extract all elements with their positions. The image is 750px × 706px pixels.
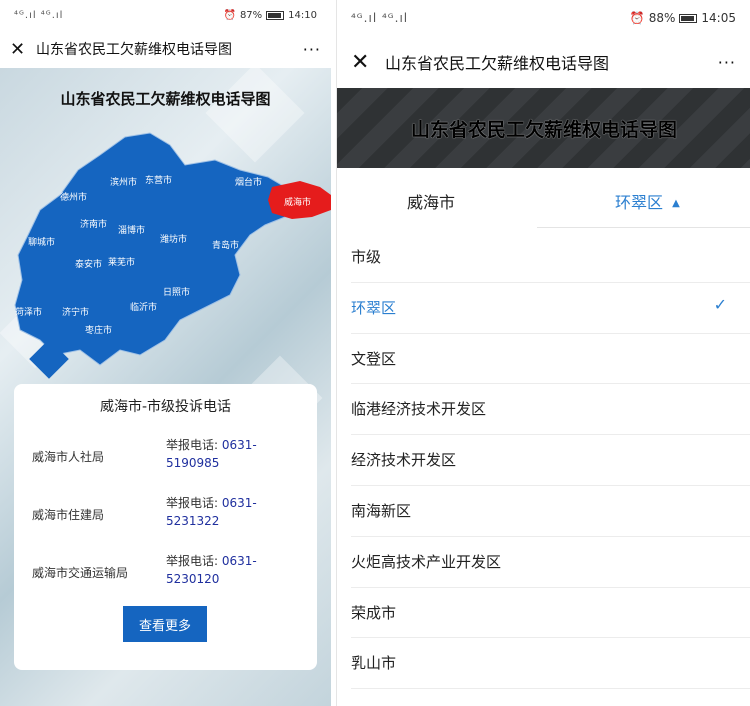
district-options-list: 市级 环翠区 ✓ 文登区 临港经济技术开发区 经济技术开发区 南海新区 火炬高技术…: [337, 232, 750, 690]
report-phone: 举报电话: 0631-5231322: [166, 494, 306, 530]
district-option[interactable]: 乳山市: [351, 638, 750, 690]
battery-icon: [266, 10, 285, 20]
district-selector-label: 环翠区: [615, 193, 664, 212]
map-label-dongying[interactable]: 东营市: [145, 174, 172, 186]
nav-bar: ✕ 山东省农民工欠薪维权电话导图 ···: [0, 30, 331, 68]
map-label-weihai[interactable]: 威海市: [284, 196, 311, 208]
option-label: 环翠区: [351, 298, 397, 317]
map-label-taian[interactable]: 泰安市: [75, 258, 102, 270]
option-label: 临港经济技术开发区: [351, 400, 487, 419]
alarm-icon: ⏰: [629, 11, 645, 25]
option-label: 市级: [351, 248, 382, 266]
option-label: 经济技术开发区: [351, 451, 457, 470]
more-options-icon[interactable]: ···: [303, 40, 321, 59]
district-option[interactable]: 南海新区: [351, 486, 750, 537]
map-label-linyi[interactable]: 临沂市: [130, 301, 157, 313]
map-label-laiwu[interactable]: 莱芜市: [108, 256, 135, 268]
battery-percent: 87%: [239, 9, 263, 21]
status-bar: ⁴ᴳ.ıl ⁴ᴳ.ıl ⏰ 88% 14:05: [337, 0, 750, 36]
contact-row: 威海市住建局 举报电话: 0631-5231322: [32, 494, 302, 546]
option-label: 文登区: [351, 349, 397, 368]
nav-bar: ✕ 山东省农民工欠薪维权电话导图 ···: [337, 36, 750, 88]
district-option[interactable]: 临港经济技术开发区: [351, 384, 750, 436]
phone-prefix: 举报电话:: [166, 438, 219, 452]
option-label: 南海新区: [351, 501, 412, 520]
phone-prefix: 举报电话:: [166, 496, 219, 510]
banner-title: 山东省农民工欠薪维权电话导图: [410, 118, 677, 141]
contact-row: 威海市人社局 举报电话: 0631-5190985: [32, 436, 302, 488]
screenshot-stage: ⁴ᴳ.ıl ⁴ᴳ.ıl ⏰ 87% 14:10 ✕ 山东省农民工欠薪维权电话导图…: [0, 0, 750, 706]
map-title: 山东省农民工欠薪维权电话导图: [60, 90, 271, 108]
close-icon[interactable]: ✕: [351, 50, 385, 75]
card-title: 威海市-市级投诉电话: [99, 399, 232, 415]
nav-title: 山东省农民工欠薪维权电话导图: [385, 54, 610, 73]
map-label-rizhao[interactable]: 日照市: [163, 286, 190, 298]
map-label-liaocheng[interactable]: 聊城市: [28, 236, 55, 248]
report-phone: 举报电话: 0631-5230120: [166, 552, 306, 588]
divider: [537, 227, 750, 228]
header-banner: 山东省农民工欠薪维权电话导图: [337, 88, 750, 168]
map-label-jining[interactable]: 济宁市: [62, 306, 89, 318]
department-name: 威海市交通运输局: [32, 566, 129, 580]
map-label-dezhou[interactable]: 德州市: [60, 191, 87, 203]
department-name: 威海市住建局: [32, 508, 105, 522]
district-selector[interactable]: 环翠区 ▲: [615, 189, 680, 213]
map-label-jinan[interactable]: 济南市: [80, 218, 107, 230]
department-name: 威海市人社局: [32, 450, 105, 464]
battery-icon: [679, 13, 698, 23]
option-label: 荣成市: [351, 603, 397, 622]
city-selector[interactable]: 威海市: [407, 189, 455, 213]
left-phone-screen: ⁴ᴳ.ıl ⁴ᴳ.ıl ⏰ 87% 14:10 ✕ 山东省农民工欠薪维权电话导图…: [0, 0, 331, 706]
shandong-province-shape[interactable]: [14, 132, 291, 366]
map-label-yantai[interactable]: 烟台市: [235, 176, 262, 188]
district-option[interactable]: 市级: [351, 232, 750, 283]
district-option[interactable]: 火炬高技术产业开发区: [351, 537, 750, 588]
district-option-selected[interactable]: 环翠区 ✓: [351, 283, 750, 334]
battery-percent: 88%: [648, 11, 676, 25]
status-time: 14:05: [701, 11, 736, 25]
map-label-weifang[interactable]: 潍坊市: [160, 233, 187, 245]
more-options-icon[interactable]: ···: [718, 53, 736, 72]
shandong-map[interactable]: 德州市 滨州市 东营市 烟台市 威海市 济南市 淄博市 潍坊市 青岛市 聊城市 …: [0, 115, 331, 385]
complaint-card: 威海市-市级投诉电话 威海市人社局 举报电话: 0631-5190985 威海市…: [14, 384, 317, 670]
map-label-zaozhuang[interactable]: 枣庄市: [85, 324, 112, 336]
signal-icon: ⁴ᴳ.ıl ⁴ᴳ.ıl: [351, 11, 409, 25]
option-label: 乳山市: [351, 654, 397, 673]
status-bar: ⁴ᴳ.ıl ⁴ᴳ.ıl ⏰ 87% 14:10: [0, 0, 331, 30]
alarm-icon: ⏰: [223, 9, 236, 21]
nav-title: 山东省农民工欠薪维权电话导图: [36, 42, 232, 58]
contact-row: 威海市交通运输局 举报电话: 0631-5230120: [32, 552, 302, 604]
close-icon[interactable]: ✕: [10, 39, 36, 60]
map-label-heze[interactable]: 菏泽市: [15, 306, 42, 318]
map-label-binzhou[interactable]: 滨州市: [110, 176, 137, 188]
checkmark-icon: ✓: [713, 294, 727, 314]
district-option[interactable]: 荣成市: [351, 588, 750, 639]
option-label: 火炬高技术产业开发区: [351, 552, 502, 571]
signal-icon: ⁴ᴳ.ıl ⁴ᴳ.ıl: [14, 9, 64, 21]
status-time: 14:10: [288, 9, 317, 21]
district-option[interactable]: 文登区: [351, 334, 750, 385]
filter-bar: 威海市 环翠区 ▲: [337, 168, 750, 230]
phone-prefix: 举报电话:: [166, 554, 219, 568]
map-label-qingdao[interactable]: 青岛市: [212, 239, 239, 251]
district-option[interactable]: 经济技术开发区: [351, 435, 750, 486]
map-label-zibo[interactable]: 淄博市: [118, 224, 145, 236]
view-more-button[interactable]: 查看更多: [123, 606, 207, 642]
caret-up-icon: ▲: [672, 198, 680, 209]
report-phone: 举报电话: 0631-5190985: [166, 436, 306, 472]
right-phone-screen: ⁴ᴳ.ıl ⁴ᴳ.ıl ⏰ 88% 14:05 ✕ 山东省农民工欠薪维权电话导图…: [336, 0, 750, 706]
